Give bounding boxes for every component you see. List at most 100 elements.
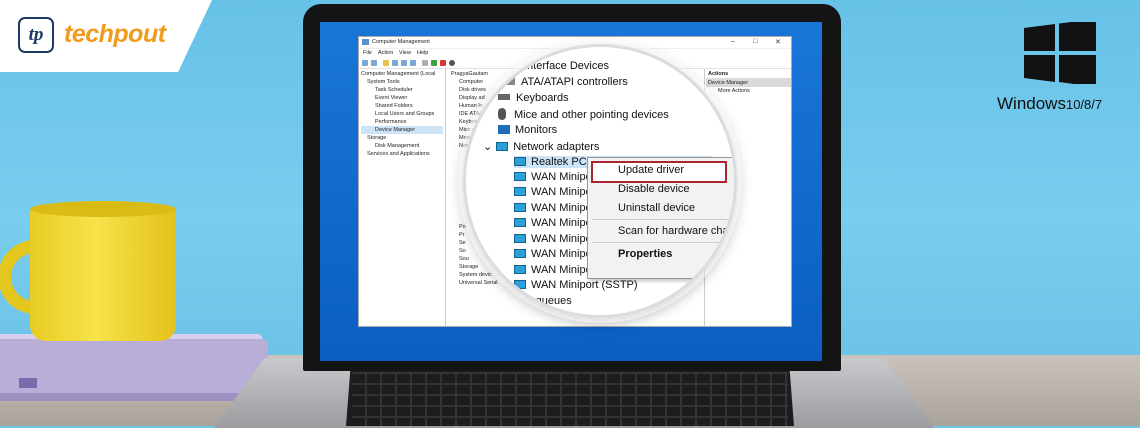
tree-item[interactable]: Shared Folders [361, 102, 443, 110]
window-title: Computer Management [372, 39, 430, 45]
properties-icon[interactable] [392, 60, 398, 66]
menu-update-driver[interactable]: Update driver [618, 164, 684, 176]
lens-row-print[interactable]: Print queues [510, 295, 572, 307]
magnifier-lens: Interface Devices ATA/ATAPI controllers … [463, 44, 737, 318]
lens-row-label: WAN Minipo [531, 202, 592, 214]
scan-icon[interactable] [422, 60, 428, 66]
enable-icon[interactable] [431, 60, 437, 66]
minimize-button[interactable]: – [731, 38, 735, 45]
network-adapter-icon [514, 187, 526, 196]
logo-text: techpout [64, 20, 166, 48]
tree-item[interactable]: Disk Management [361, 142, 443, 150]
menu-file[interactable]: File [363, 50, 372, 56]
network-adapter-icon [496, 142, 509, 151]
lens-row-label: WAN Minipo [531, 186, 592, 198]
tree-item[interactable]: Computer Management (Local [361, 70, 443, 78]
expand-chevron-icon[interactable]: ⌄ [483, 141, 492, 153]
menu-separator [592, 242, 732, 243]
tree-item[interactable]: Task Scheduler [361, 86, 443, 94]
os-versions: 10/8/7 [1065, 97, 1103, 112]
lens-row-wan[interactable]: WAN Minipo [514, 171, 592, 183]
lens-row-wan[interactable]: WAN Minipo [514, 264, 592, 276]
device-category[interactable]: Computer [449, 78, 509, 86]
book-spine-label [19, 378, 37, 388]
lens-row-label: Network adapters [513, 141, 600, 153]
view-icon[interactable] [410, 60, 416, 66]
network-adapter-icon [514, 203, 526, 212]
monitor-icon [498, 125, 510, 134]
lens-row-label: WAN Minipo [531, 171, 592, 183]
tree-item-device-manager[interactable]: Device Manager [361, 126, 443, 134]
keyboard-icon [498, 94, 510, 100]
lens-row-label: WAN Miniport (SSTP) [531, 279, 638, 291]
lens-row-ata[interactable]: ATA/ATAPI controllers [504, 76, 628, 88]
lens-row-wan[interactable]: WAN Minipo [514, 186, 592, 198]
lens-row-network[interactable]: ⌄ Network adapters [483, 140, 599, 153]
app-icon [362, 39, 369, 45]
network-adapter-icon [514, 265, 526, 274]
lens-row-label: Keyboards [516, 92, 569, 104]
help-icon[interactable] [401, 60, 407, 66]
actions-header: Actions [706, 70, 791, 79]
device-tree-root[interactable]: PragyaGautam [449, 70, 509, 78]
tree-item[interactable]: Performance [361, 118, 443, 126]
lens-row-label: WAN Minipo [531, 217, 592, 229]
lens-row-mice[interactable]: Mice and other pointing devices [498, 108, 669, 121]
coffee-mug [30, 207, 176, 341]
lens-row-monitors[interactable]: Monitors [498, 124, 557, 136]
forward-icon[interactable] [371, 60, 377, 66]
maximize-button[interactable]: □ [753, 38, 757, 45]
os-name: Windows [997, 94, 1066, 113]
menu-view[interactable]: View [399, 50, 411, 56]
lens-row-hid: Interface Devices [524, 60, 609, 72]
disable-icon[interactable] [449, 60, 455, 66]
lens-row-wan-sstp[interactable]: WAN Miniport (SSTP) [514, 279, 638, 291]
lens-row-label: WAN Minipo [531, 248, 592, 260]
lens-row-wan[interactable]: WAN Minipo [514, 248, 592, 260]
lens-row-label: ATA/ATAPI controllers [521, 76, 628, 88]
menu-uninstall-device[interactable]: Uninstall device [618, 202, 695, 214]
network-adapter-icon [514, 218, 526, 227]
tree-item[interactable]: Event Viewer [361, 94, 443, 102]
network-adapter-icon [514, 157, 526, 166]
folder-icon[interactable] [383, 60, 389, 66]
actions-device-manager[interactable]: Device Manager [706, 79, 791, 87]
network-adapter-icon [514, 249, 526, 258]
lens-row-wan[interactable]: WAN Minipo [514, 233, 592, 245]
back-icon[interactable] [362, 60, 368, 66]
lens-row-keyboards[interactable]: Keyboards [498, 92, 569, 104]
lens-row-label: WAN Minipo [531, 233, 592, 245]
network-adapter-icon [514, 234, 526, 243]
tree-item[interactable]: System Tools [361, 78, 443, 86]
book [0, 339, 268, 401]
mouse-icon [498, 108, 506, 120]
tree-item[interactable]: Services and Applications [361, 150, 443, 158]
mug-rim [30, 201, 176, 217]
menu-action[interactable]: Action [378, 50, 393, 56]
lens-row-label: Monitors [515, 124, 558, 136]
tree-item[interactable]: Storage [361, 134, 443, 142]
lens-row-wan[interactable]: WAN Minipo [514, 217, 592, 229]
menu-help[interactable]: Help [417, 50, 428, 56]
more-actions-link[interactable]: More Actions [706, 87, 791, 95]
brand-logo[interactable]: tp techpout [0, 0, 212, 72]
uninstall-icon[interactable] [440, 60, 446, 66]
menu-scan-hardware[interactable]: Scan for hardware char [618, 225, 732, 237]
close-button[interactable]: ✕ [775, 38, 781, 46]
menu-disable-device[interactable]: Disable device [618, 183, 690, 195]
menu-separator [592, 219, 732, 220]
logo-mark: tp [18, 17, 54, 53]
drive-icon [504, 77, 515, 85]
context-menu: Update driver Disable device Uninstall d… [587, 157, 734, 279]
device-category[interactable]: Universal Serial [449, 279, 509, 287]
windows-version-label: Windows10/8/7 [997, 94, 1102, 114]
lens-row-label: Mice and other pointing devices [514, 109, 669, 121]
actions-pane: Actions Device Manager More Actions [706, 70, 791, 95]
tree-item[interactable]: Local Users and Groups [361, 110, 443, 118]
network-adapter-icon [514, 280, 526, 289]
menu-properties[interactable]: Properties [618, 248, 672, 260]
lens-row-wan[interactable]: WAN Minipo [514, 202, 592, 214]
windows-logo-icon [1024, 22, 1096, 84]
pane-divider[interactable] [445, 69, 446, 326]
network-adapter-icon [514, 172, 526, 181]
